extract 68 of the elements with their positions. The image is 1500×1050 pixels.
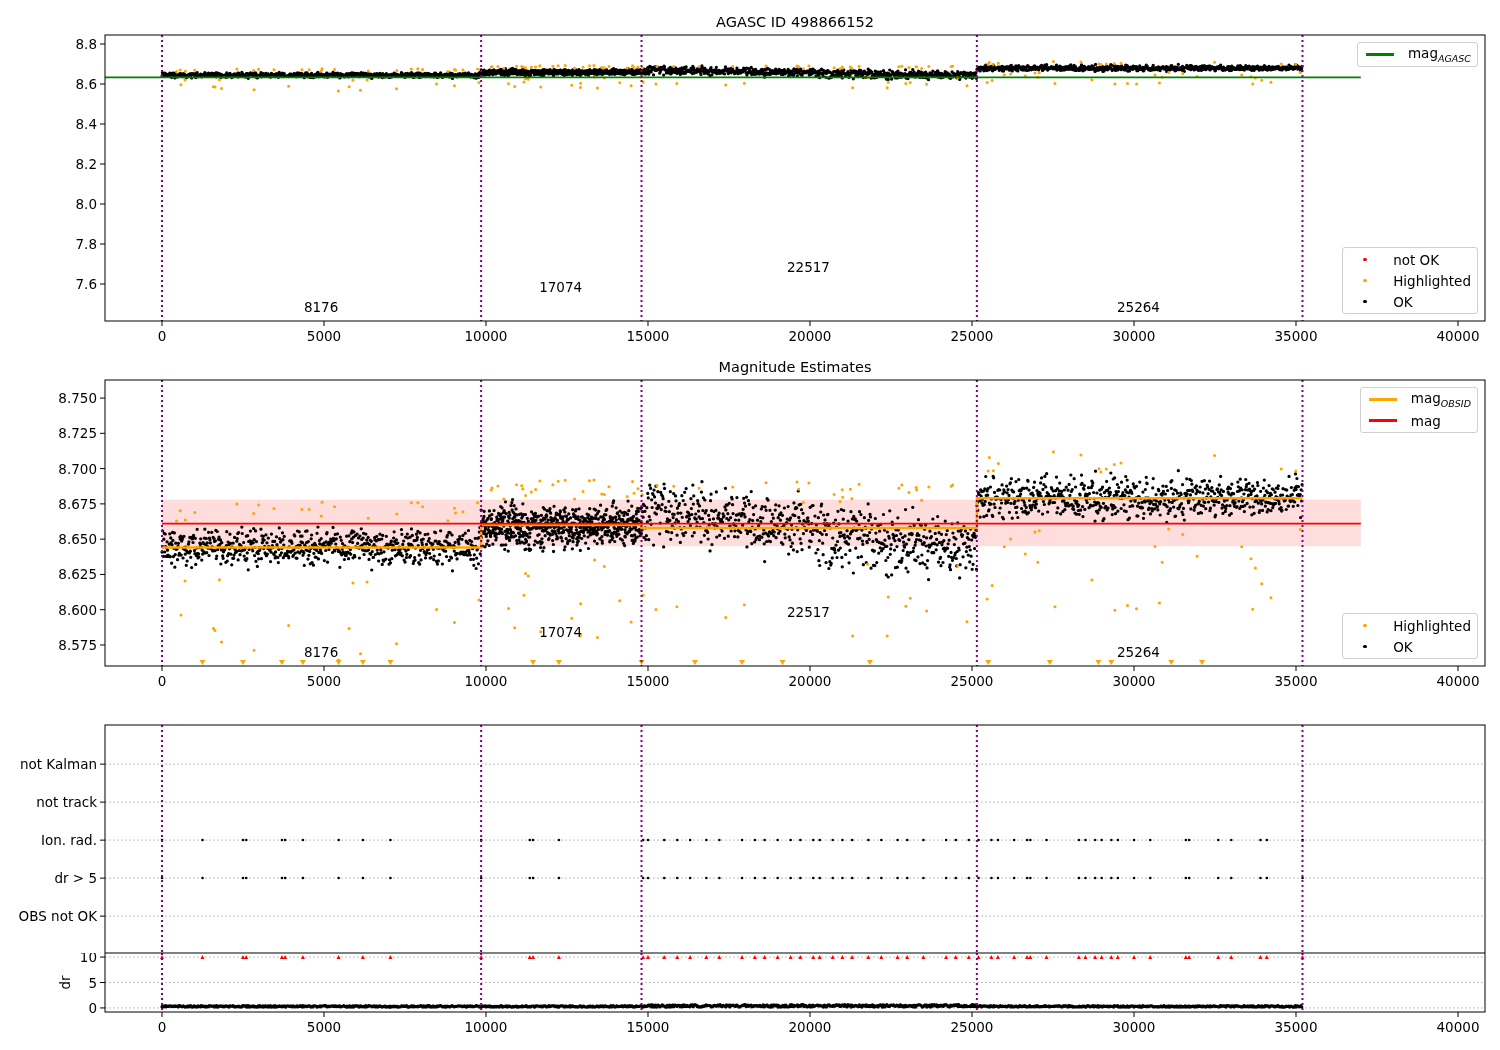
legend-label: mag$_{AGASC}$ (1407, 45, 1471, 64)
axis-label: dr (57, 975, 73, 990)
tick-label: 8.2 (75, 156, 97, 172)
tick-label: 5000 (306, 1019, 342, 1035)
tick-label: 0 (157, 673, 167, 689)
tick-label: 35000 (1274, 673, 1318, 689)
tick-label: 25000 (950, 328, 994, 344)
obsid-label: 22517 (787, 259, 830, 275)
obsid-label: 8176 (303, 299, 339, 315)
obsid-label: 17074 (539, 279, 583, 295)
legend-label: Highlighted (1393, 272, 1471, 289)
tick-label: 7.8 (75, 236, 97, 252)
tick-label: 8.575 (58, 637, 97, 653)
tick-label: 25000 (950, 1019, 994, 1035)
tick-label: 40000 (1436, 328, 1480, 344)
tick-label: 8.675 (58, 495, 97, 512)
legend-label: OK (1393, 638, 1413, 655)
tick-label: 5000 (306, 328, 342, 344)
tick-label: 10000 (464, 328, 508, 344)
tick-label: 35000 (1274, 1019, 1318, 1035)
tick-label: 8.725 (58, 425, 97, 442)
tick-label: dr > 5 (54, 870, 97, 887)
obsid-label: 22517 (787, 604, 830, 621)
obsid-label: 17074 (539, 624, 583, 641)
tick-label: 40000 (1436, 1019, 1480, 1035)
tick-label: 0 (88, 999, 97, 1016)
tick-label: 7.6 (75, 276, 97, 292)
tick-label: 8.750 (58, 390, 97, 407)
obsid-label: 25264 (1117, 644, 1160, 661)
legend-label: mag (1410, 412, 1441, 429)
tick-label: Ion. rad. (40, 832, 97, 849)
tick-label: 0 (157, 328, 167, 344)
tick-label: 5000 (306, 673, 342, 689)
tick-label: OBS not OK (18, 908, 97, 925)
tick-label: 25000 (950, 673, 994, 689)
tick-label: 40000 (1436, 673, 1480, 689)
tick-label: 15000 (626, 1019, 670, 1035)
tick-label: 8.600 (58, 601, 97, 618)
tick-label: 5 (88, 974, 97, 991)
tick-label: 8.625 (58, 566, 97, 583)
tick-label: 8.8 (75, 36, 97, 52)
tick-label: not track (36, 794, 97, 811)
tick-label: 8.4 (75, 116, 97, 132)
tick-label: 8.700 (58, 460, 97, 477)
tick-label: 0 (157, 1019, 167, 1035)
tick-label: 35000 (1274, 328, 1318, 344)
tick-label: not Kalman (19, 756, 97, 773)
tick-label: 20000 (788, 1019, 832, 1035)
tick-label: 30000 (1112, 1019, 1156, 1035)
tick-label: 20000 (788, 328, 832, 344)
tick-label: 8.0 (75, 196, 97, 212)
legend-label: not OK (1393, 251, 1440, 268)
chart-title: AGASC ID 498866152 (716, 14, 874, 30)
chart-title: Magnitude Estimates (718, 359, 872, 375)
tick-label: 15000 (626, 673, 670, 689)
tick-label: 8.650 (58, 531, 97, 548)
obsid-label: 8176 (303, 644, 339, 661)
tick-label: 20000 (788, 673, 832, 689)
legend-label: Highlighted (1393, 617, 1471, 634)
legend-label: OK (1393, 293, 1413, 310)
tick-label: 8.6 (75, 76, 97, 92)
obsid-label: 25264 (1117, 299, 1160, 315)
tick-label: 30000 (1112, 673, 1156, 689)
tick-label: 15000 (626, 328, 670, 344)
tick-label: 30000 (1112, 328, 1156, 344)
legend-label: mag$_{OBSID}$ (1410, 390, 1471, 409)
tick-label: 10000 (464, 673, 508, 689)
tick-label: 10000 (464, 1019, 508, 1035)
